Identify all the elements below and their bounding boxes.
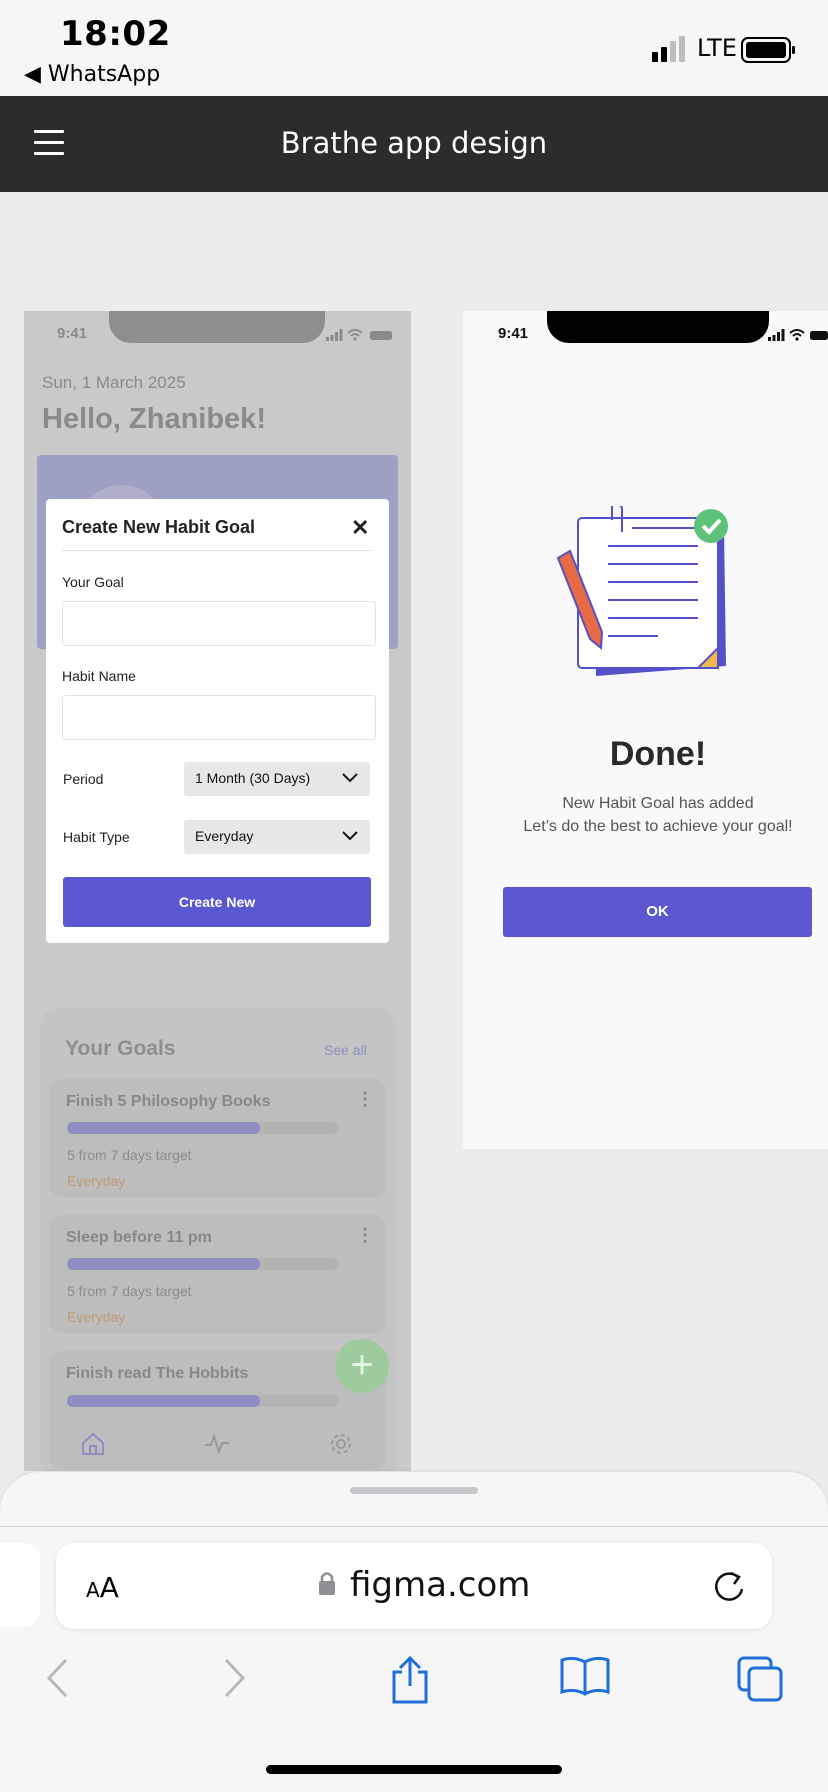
date-label: Sun, 1 March 2025: [42, 373, 186, 392]
goal-input[interactable]: [62, 601, 376, 646]
goal-progress-fill: [67, 1395, 260, 1407]
goal-field-label: Your Goal: [62, 574, 124, 590]
file-title: Brathe app design: [280, 126, 548, 160]
modal-divider: [62, 550, 372, 551]
habit-name-label: Habit Name: [62, 668, 136, 684]
bookmarks-icon[interactable]: [560, 1656, 610, 1696]
habit-name-input[interactable]: [62, 695, 376, 740]
back-to-whatsapp-link[interactable]: ◀ WhatsApp: [24, 62, 160, 87]
checklist-illustration: [556, 506, 728, 676]
goal-name: Sleep before 11 pm: [66, 1229, 212, 1246]
battery-icon: [741, 37, 795, 63]
activity-icon[interactable]: [204, 1431, 230, 1457]
goal-progress-fill: [67, 1122, 260, 1134]
reader-options-button[interactable]: AA: [86, 1571, 119, 1604]
goal-name: Finish 5 Philosophy Books: [66, 1093, 271, 1110]
chevron-down-icon: [342, 773, 358, 783]
home-icon[interactable]: [80, 1431, 106, 1457]
sheet-divider: [0, 1526, 828, 1527]
more-options-icon[interactable]: ⋮: [356, 1226, 374, 1244]
tabs-icon[interactable]: [737, 1656, 783, 1702]
address-bar[interactable]: AA figma.com: [56, 1543, 772, 1629]
forward-icon[interactable]: [222, 1656, 248, 1700]
see-all-link[interactable]: See all: [324, 1042, 367, 1058]
carrier-label: LTE: [697, 34, 737, 62]
period-label: Period: [63, 771, 104, 787]
done-message-line2: Let’s do the best to achieve your goal!: [523, 818, 793, 835]
goal-target: 5 from 7 days target: [67, 1147, 192, 1163]
phone-notch: [547, 311, 769, 343]
greeting-heading: Hello, Zhanibek!: [42, 403, 266, 435]
close-icon[interactable]: ✕: [351, 515, 369, 541]
frame-status-time: 9:41: [57, 325, 88, 342]
share-icon[interactable]: [388, 1656, 432, 1704]
add-goal-button[interactable]: +: [335, 1339, 389, 1393]
chevron-down-icon: [342, 831, 358, 841]
safari-bottom-sheet: [0, 1472, 828, 1792]
done-frame: 9:41 Done! New Habit Goal has added Let’…: [463, 311, 828, 1149]
goals-title: Your Goals: [65, 1037, 176, 1060]
habit-type-label: Habit Type: [63, 829, 130, 845]
url-domain: figma.com: [350, 1565, 531, 1605]
more-options-icon[interactable]: ⋮: [356, 1090, 374, 1108]
done-message-line1: New Habit Goal has added: [562, 795, 754, 812]
period-select[interactable]: 1 Month (30 Days): [184, 762, 370, 796]
phone-notch: [109, 311, 325, 343]
frame-status-icons: [326, 329, 392, 341]
modal-title: Create New Habit Goal: [62, 517, 256, 537]
create-habit-modal: Create New Habit Goal ✕ Your Goal Habit …: [46, 499, 389, 943]
goal-frequency: Everyday: [67, 1309, 126, 1325]
goal-progress-fill: [67, 1258, 260, 1270]
habit-type-select[interactable]: Everyday: [184, 820, 370, 854]
reload-icon[interactable]: [712, 1567, 746, 1605]
lock-icon: [319, 1572, 335, 1595]
frame-status-time: 9:41: [498, 325, 529, 342]
home-indicator[interactable]: [266, 1765, 562, 1774]
signal-icon: [652, 36, 685, 62]
goal-name: Finish read The Hobbits: [66, 1365, 249, 1382]
ok-button[interactable]: OK: [503, 887, 812, 937]
done-title: Done!: [609, 735, 707, 773]
goal-frequency: Everyday: [67, 1173, 126, 1189]
settings-icon[interactable]: [328, 1431, 354, 1457]
back-icon[interactable]: [44, 1656, 70, 1700]
status-time: 18:02: [60, 14, 171, 54]
sheet-grabber[interactable]: [350, 1487, 478, 1494]
habit-type-value: Everyday: [195, 828, 254, 844]
frame-status-icons: [768, 329, 828, 341]
period-value: 1 Month (30 Days): [195, 770, 311, 786]
previous-tab-peek[interactable]: [0, 1543, 40, 1627]
goal-target: 5 from 7 days target: [67, 1283, 192, 1299]
create-new-button[interactable]: Create New: [63, 877, 371, 927]
